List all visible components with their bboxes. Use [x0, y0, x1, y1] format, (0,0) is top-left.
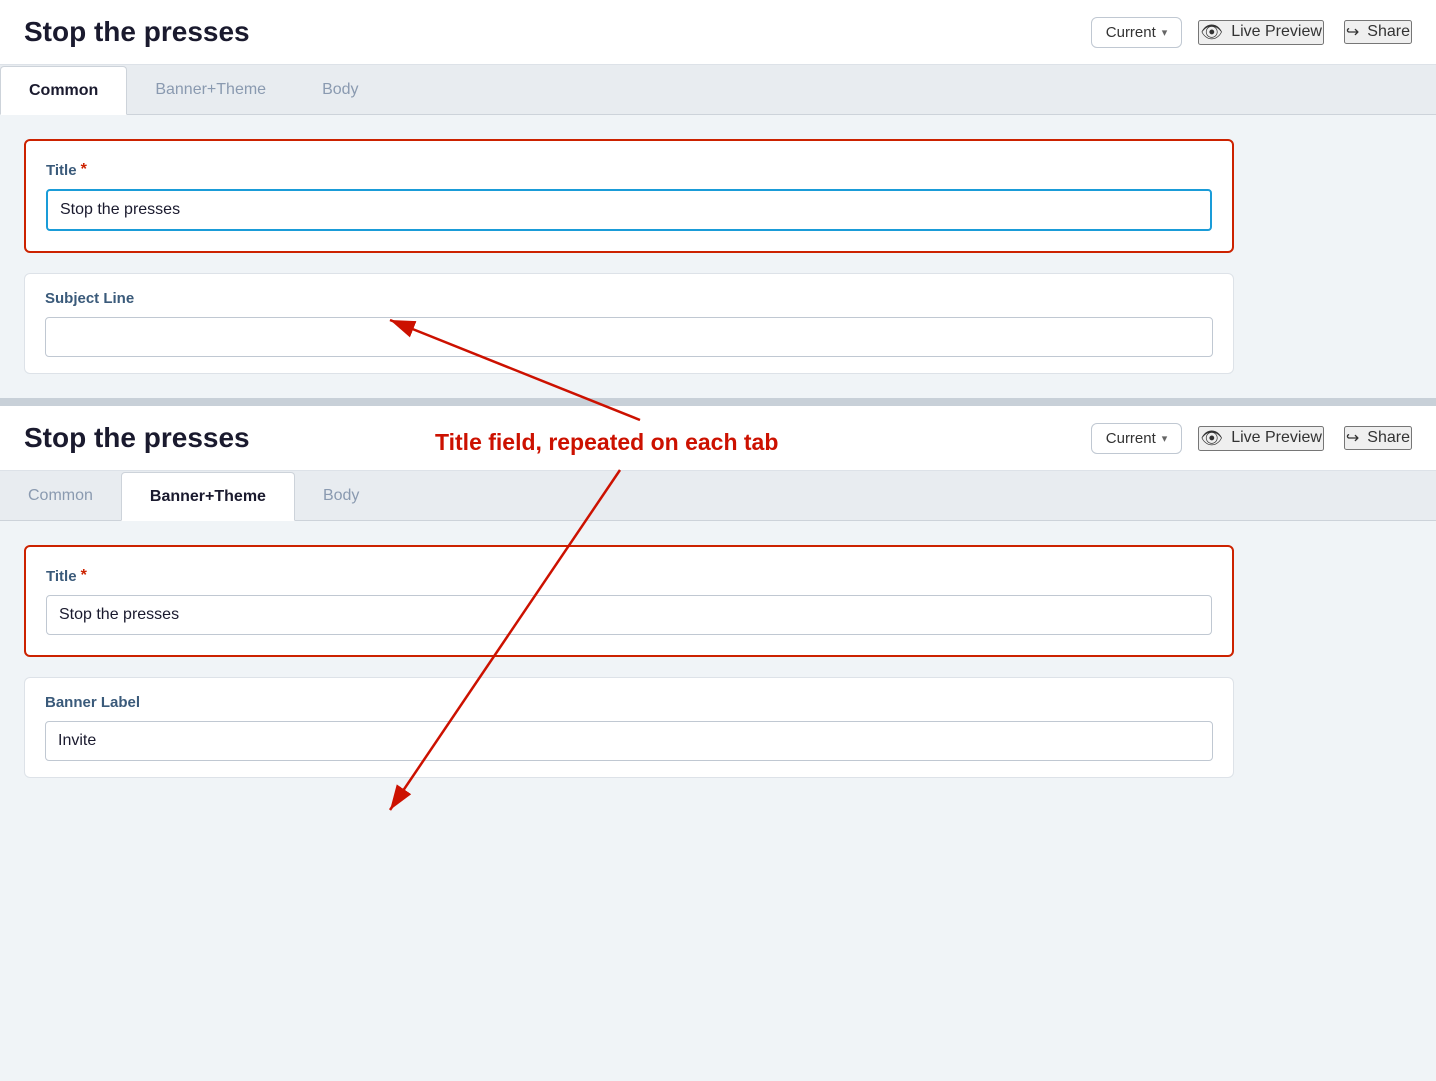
- chevron-down-icon-1: ▾: [1162, 26, 1168, 39]
- share-icon-2: ↪: [1346, 428, 1359, 448]
- tab-body-1[interactable]: Body: [294, 65, 386, 114]
- required-star-1: *: [81, 161, 87, 179]
- page-title-1: Stop the presses: [24, 16, 1075, 48]
- header-actions-2: 👁 Live Preview ↪ Share: [1198, 426, 1412, 451]
- tab-banner-theme-1[interactable]: Banner+Theme: [127, 65, 294, 114]
- live-preview-button-2[interactable]: 👁 Live Preview: [1198, 426, 1324, 451]
- title-input-2[interactable]: [46, 595, 1212, 635]
- banner-label-label: Banner Label: [45, 694, 1213, 711]
- title-card-2: Title *: [24, 545, 1234, 657]
- live-preview-button-1[interactable]: 👁 Live Preview: [1198, 20, 1324, 45]
- title-field-label-2: Title *: [46, 567, 1212, 585]
- page-title-2: Stop the presses: [24, 422, 1075, 454]
- share-icon-1: ↪: [1346, 22, 1359, 42]
- subject-line-section-1: Subject Line: [24, 273, 1234, 374]
- banner-label-section: Banner Label: [24, 677, 1234, 778]
- tabs-bar-1: Common Banner+Theme Body: [0, 65, 1436, 115]
- main-form-1: Title * Subject Line: [24, 139, 1234, 374]
- share-button-1[interactable]: ↪ Share: [1344, 20, 1412, 44]
- header-1: Stop the presses Current ▾ 👁 Live Previe…: [0, 0, 1436, 65]
- eye-icon-2: 👁: [1200, 428, 1223, 449]
- chevron-down-icon-2: ▾: [1162, 432, 1168, 445]
- header-2: Stop the presses Current ▾ 👁 Live Previe…: [0, 406, 1436, 471]
- current-dropdown-2[interactable]: Current ▾: [1091, 423, 1183, 454]
- content-area-2: Title * Banner Label: [0, 521, 1436, 802]
- required-star-2: *: [81, 567, 87, 585]
- header-actions-1: 👁 Live Preview ↪ Share: [1198, 20, 1412, 45]
- title-field-label-1: Title *: [46, 161, 1212, 179]
- title-input-1[interactable]: [46, 189, 1212, 231]
- banner-label-input[interactable]: [45, 721, 1213, 761]
- content-area-1: Title * Subject Line: [0, 115, 1436, 398]
- tab-body-2[interactable]: Body: [295, 471, 387, 520]
- tab-banner-theme-2[interactable]: Banner+Theme: [121, 472, 295, 521]
- current-dropdown-1[interactable]: Current ▾: [1091, 17, 1183, 48]
- share-button-2[interactable]: ↪ Share: [1344, 426, 1412, 450]
- tabs-bar-2: Common Banner+Theme Body: [0, 471, 1436, 521]
- panel-1: Stop the presses Current ▾ 👁 Live Previe…: [0, 0, 1436, 398]
- tab-common-1[interactable]: Common: [0, 66, 127, 115]
- panel-2: Stop the presses Current ▾ 👁 Live Previe…: [0, 406, 1436, 802]
- main-form-2: Title * Banner Label: [24, 545, 1234, 778]
- subject-line-input-1[interactable]: [45, 317, 1213, 357]
- title-card-1: Title *: [24, 139, 1234, 253]
- panel-divider: [0, 398, 1436, 406]
- subject-line-label-1: Subject Line: [45, 290, 1213, 307]
- tab-common-2[interactable]: Common: [0, 471, 121, 520]
- eye-icon-1: 👁: [1200, 22, 1223, 43]
